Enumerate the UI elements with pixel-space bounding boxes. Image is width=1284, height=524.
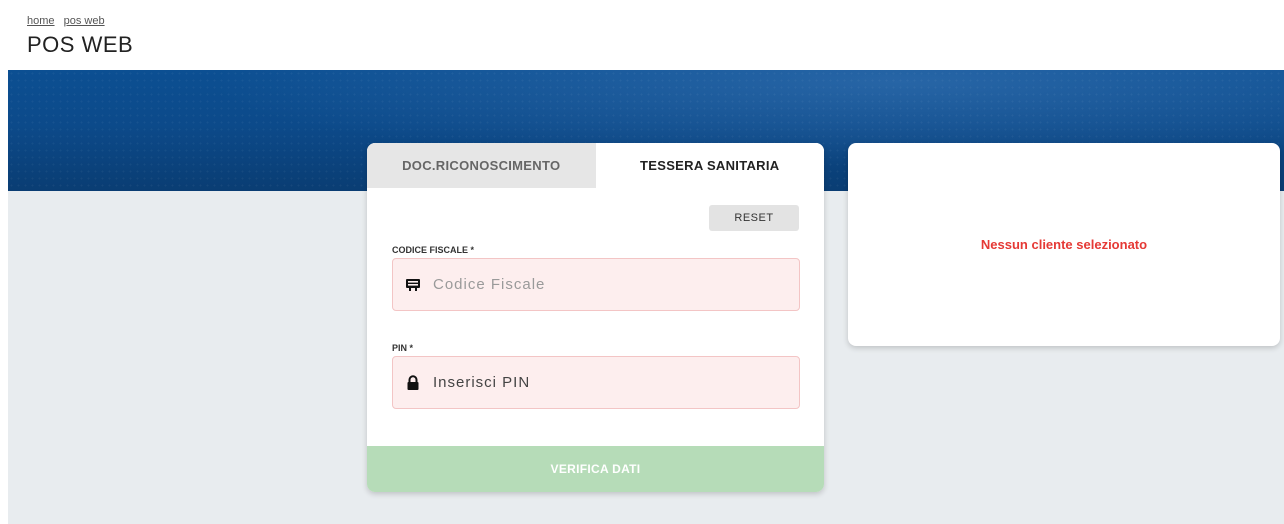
tab-tessera-sanitaria[interactable]: TESSERA SANITARIA	[595, 143, 824, 188]
breadcrumb-home-link[interactable]: home	[27, 15, 55, 27]
pin-field[interactable]	[392, 356, 800, 409]
verification-form-card: DOC.RICONOSCIMENTO TESSERA SANITARIA RES…	[367, 143, 824, 492]
header: home pos web POS WEB	[0, 0, 1284, 70]
reset-button[interactable]: RESET	[709, 205, 799, 231]
codice-fiscale-input[interactable]	[431, 275, 775, 294]
codice-fiscale-field[interactable]	[392, 258, 800, 311]
page-title: POS WEB	[27, 32, 134, 57]
pin-label: PIN *	[392, 343, 414, 353]
codice-fiscale-label: CODICE FISCALE *	[392, 245, 475, 255]
lock-icon	[405, 374, 421, 391]
pin-input[interactable]	[431, 373, 775, 392]
tab-doc-riconoscimento[interactable]: DOC.RICONOSCIMENTO	[367, 143, 596, 188]
no-client-message: Nessun cliente selezionato	[980, 237, 1148, 252]
breadcrumb-pos-web-link[interactable]: pos web	[64, 15, 105, 27]
breadcrumb: home pos web	[27, 15, 111, 27]
client-panel: Nessun cliente selezionato	[848, 143, 1280, 346]
id-card-icon	[405, 277, 421, 293]
tab-bar: DOC.RICONOSCIMENTO TESSERA SANITARIA	[367, 143, 824, 188]
verify-data-button[interactable]: VERIFICA DATI	[367, 446, 824, 492]
